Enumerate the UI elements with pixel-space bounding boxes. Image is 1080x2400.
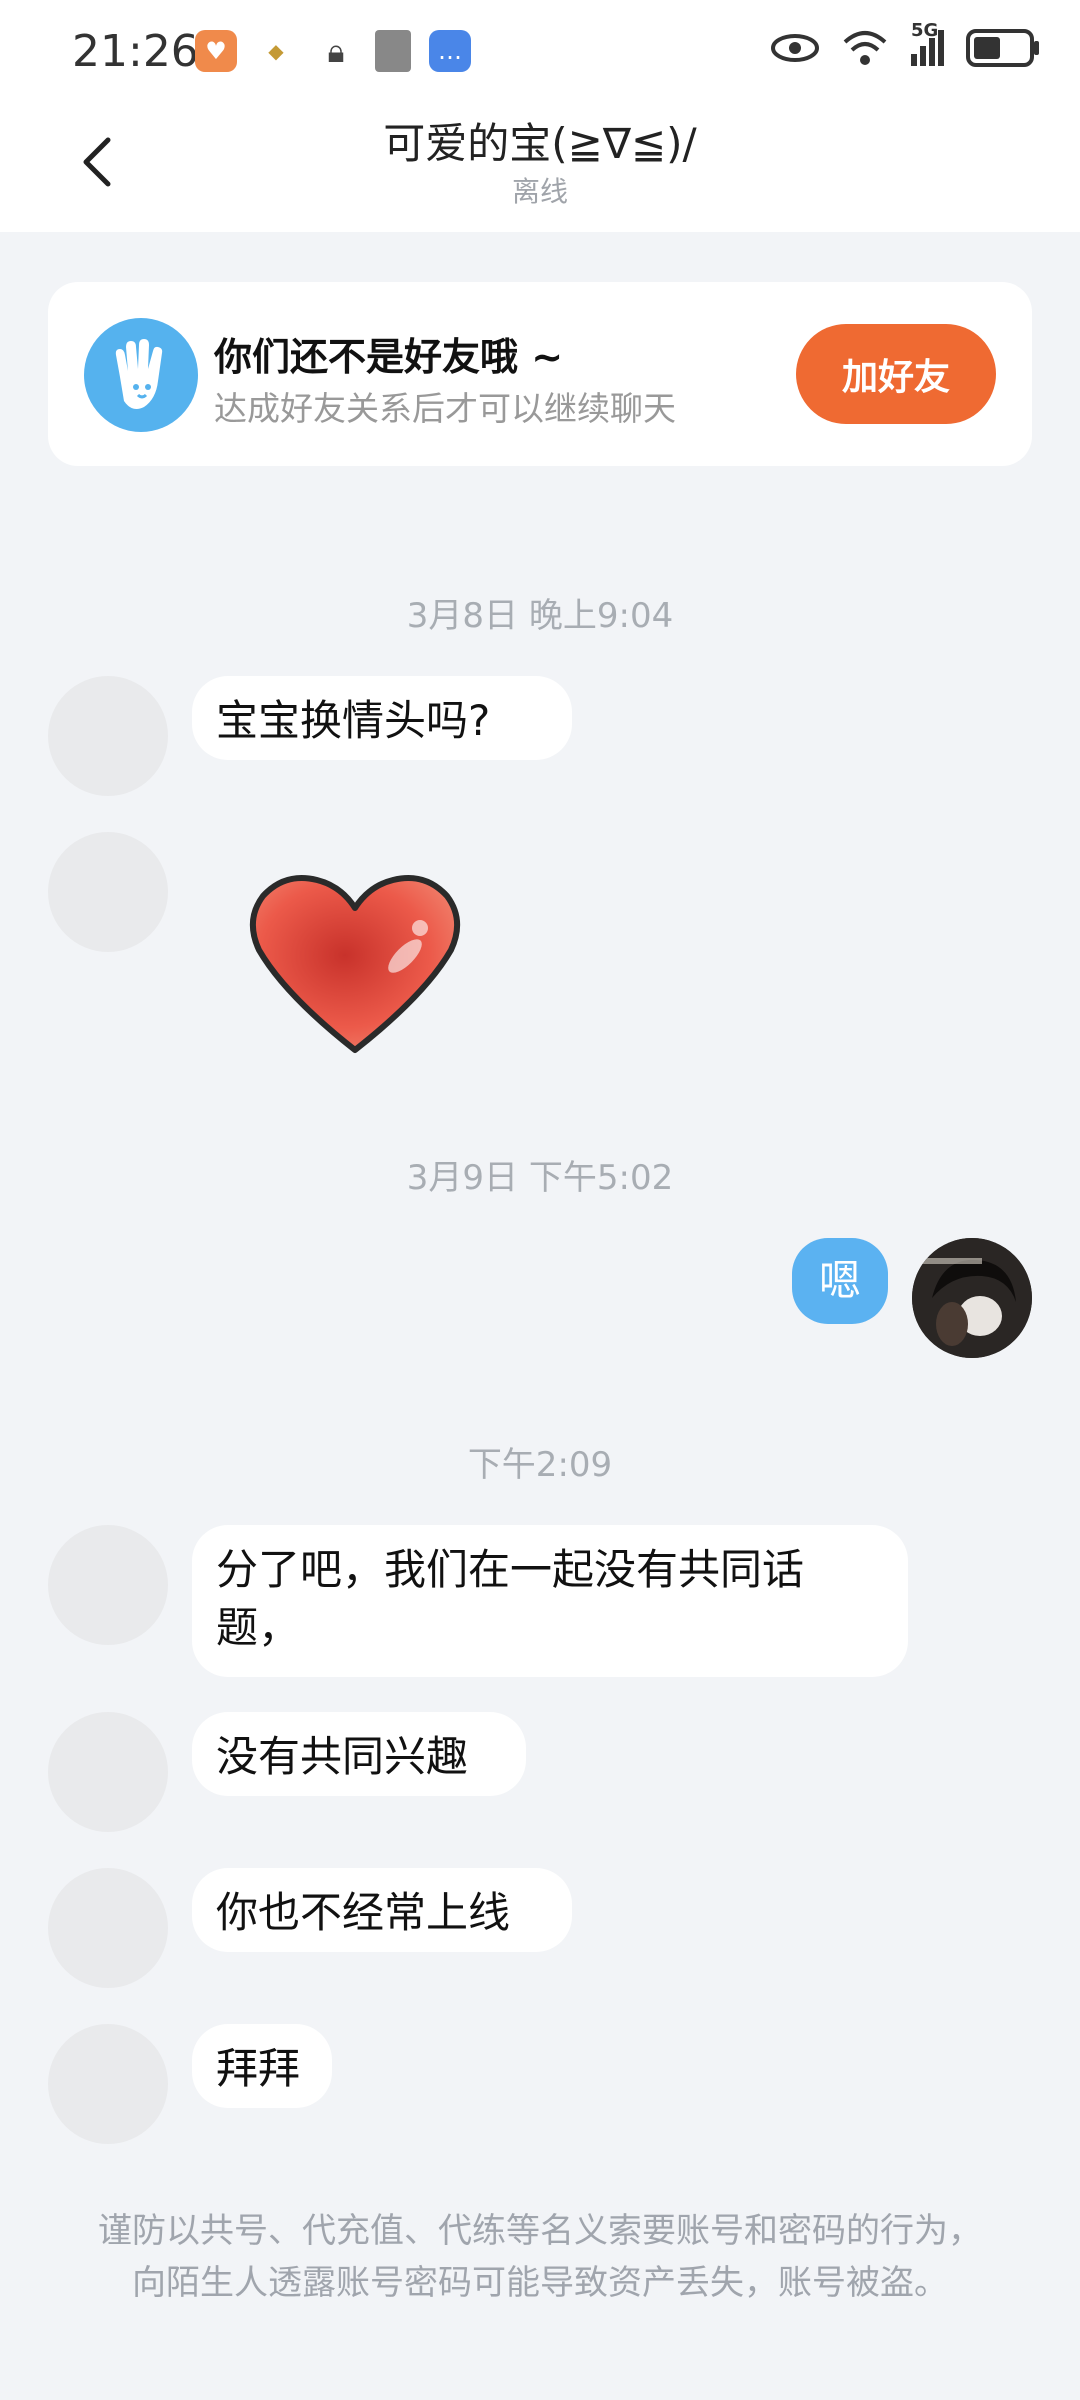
book-icon [375, 30, 411, 72]
my-message-bubble[interactable]: 嗯 [792, 1238, 888, 1324]
message-bubble[interactable]: 没有共同兴趣 [192, 1712, 526, 1796]
message-bubble[interactable]: 你也不经常上线 [192, 1868, 572, 1952]
online-status: 离线 [511, 175, 568, 208]
my-avatar[interactable] [912, 1238, 1032, 1358]
honor-icon: ◆ [255, 30, 297, 72]
message-bubble[interactable]: 拜拜 [192, 2024, 332, 2108]
health-app-icon: ♥ [195, 30, 237, 72]
safety-warning: 谨防以共号、代充值、代练等名义索要账号和密码的行为，向陌生人透露账号密码可能导致… [98, 2211, 982, 2303]
not-friends-card: 你们还不是好友哦 ~ 达成好友关系后才可以继续聊天 加好友 [48, 282, 1032, 466]
battery-icon [966, 29, 1039, 67]
signal-icon: 5G [911, 20, 944, 66]
contact-avatar[interactable] [48, 2024, 168, 2144]
timestamp: 3月9日 下午5:02 [406, 1158, 674, 1198]
timestamp: 3月8日 晚上9:04 [406, 596, 674, 636]
hand-wave-icon [84, 318, 198, 432]
contact-avatar[interactable] [48, 676, 168, 796]
status-bar: 21:26 ♥ ◆ 🔒︎ … 5G [0, 0, 1080, 100]
message-icon: … [429, 30, 471, 72]
heart-sticker-icon[interactable] [245, 870, 465, 1060]
timestamp: 下午2:09 [467, 1445, 613, 1485]
card-title: 你们还不是好友哦 ~ [214, 335, 564, 379]
message-bubble[interactable]: 分了吧，我们在一起没有共同话题， [192, 1525, 908, 1677]
contact-avatar[interactable] [48, 1525, 168, 1645]
chat-header: 可爱的宝(≧∇≦)/ 离线 [0, 100, 1080, 232]
contact-avatar[interactable] [48, 832, 168, 952]
lock-icon: 🔒︎ [315, 30, 357, 72]
contact-avatar[interactable] [48, 1712, 168, 1832]
add-friend-button[interactable]: 加好友 [796, 324, 996, 424]
chat-title: 可爱的宝(≧∇≦)/ [383, 119, 697, 168]
eye-icon [771, 34, 819, 62]
network-type: 5G [911, 20, 939, 41]
message-bubble[interactable]: 宝宝换情头吗? [192, 676, 572, 760]
status-time: 21:26 [72, 26, 199, 77]
status-left-icons: ♥ ◆ 🔒︎ … [195, 30, 471, 72]
status-right-icons: 5G [771, 20, 1040, 68]
wifi-icon [843, 31, 887, 65]
card-subtitle: 达成好友关系后才可以继续聊天 [214, 389, 676, 428]
contact-avatar[interactable] [48, 1868, 168, 1988]
